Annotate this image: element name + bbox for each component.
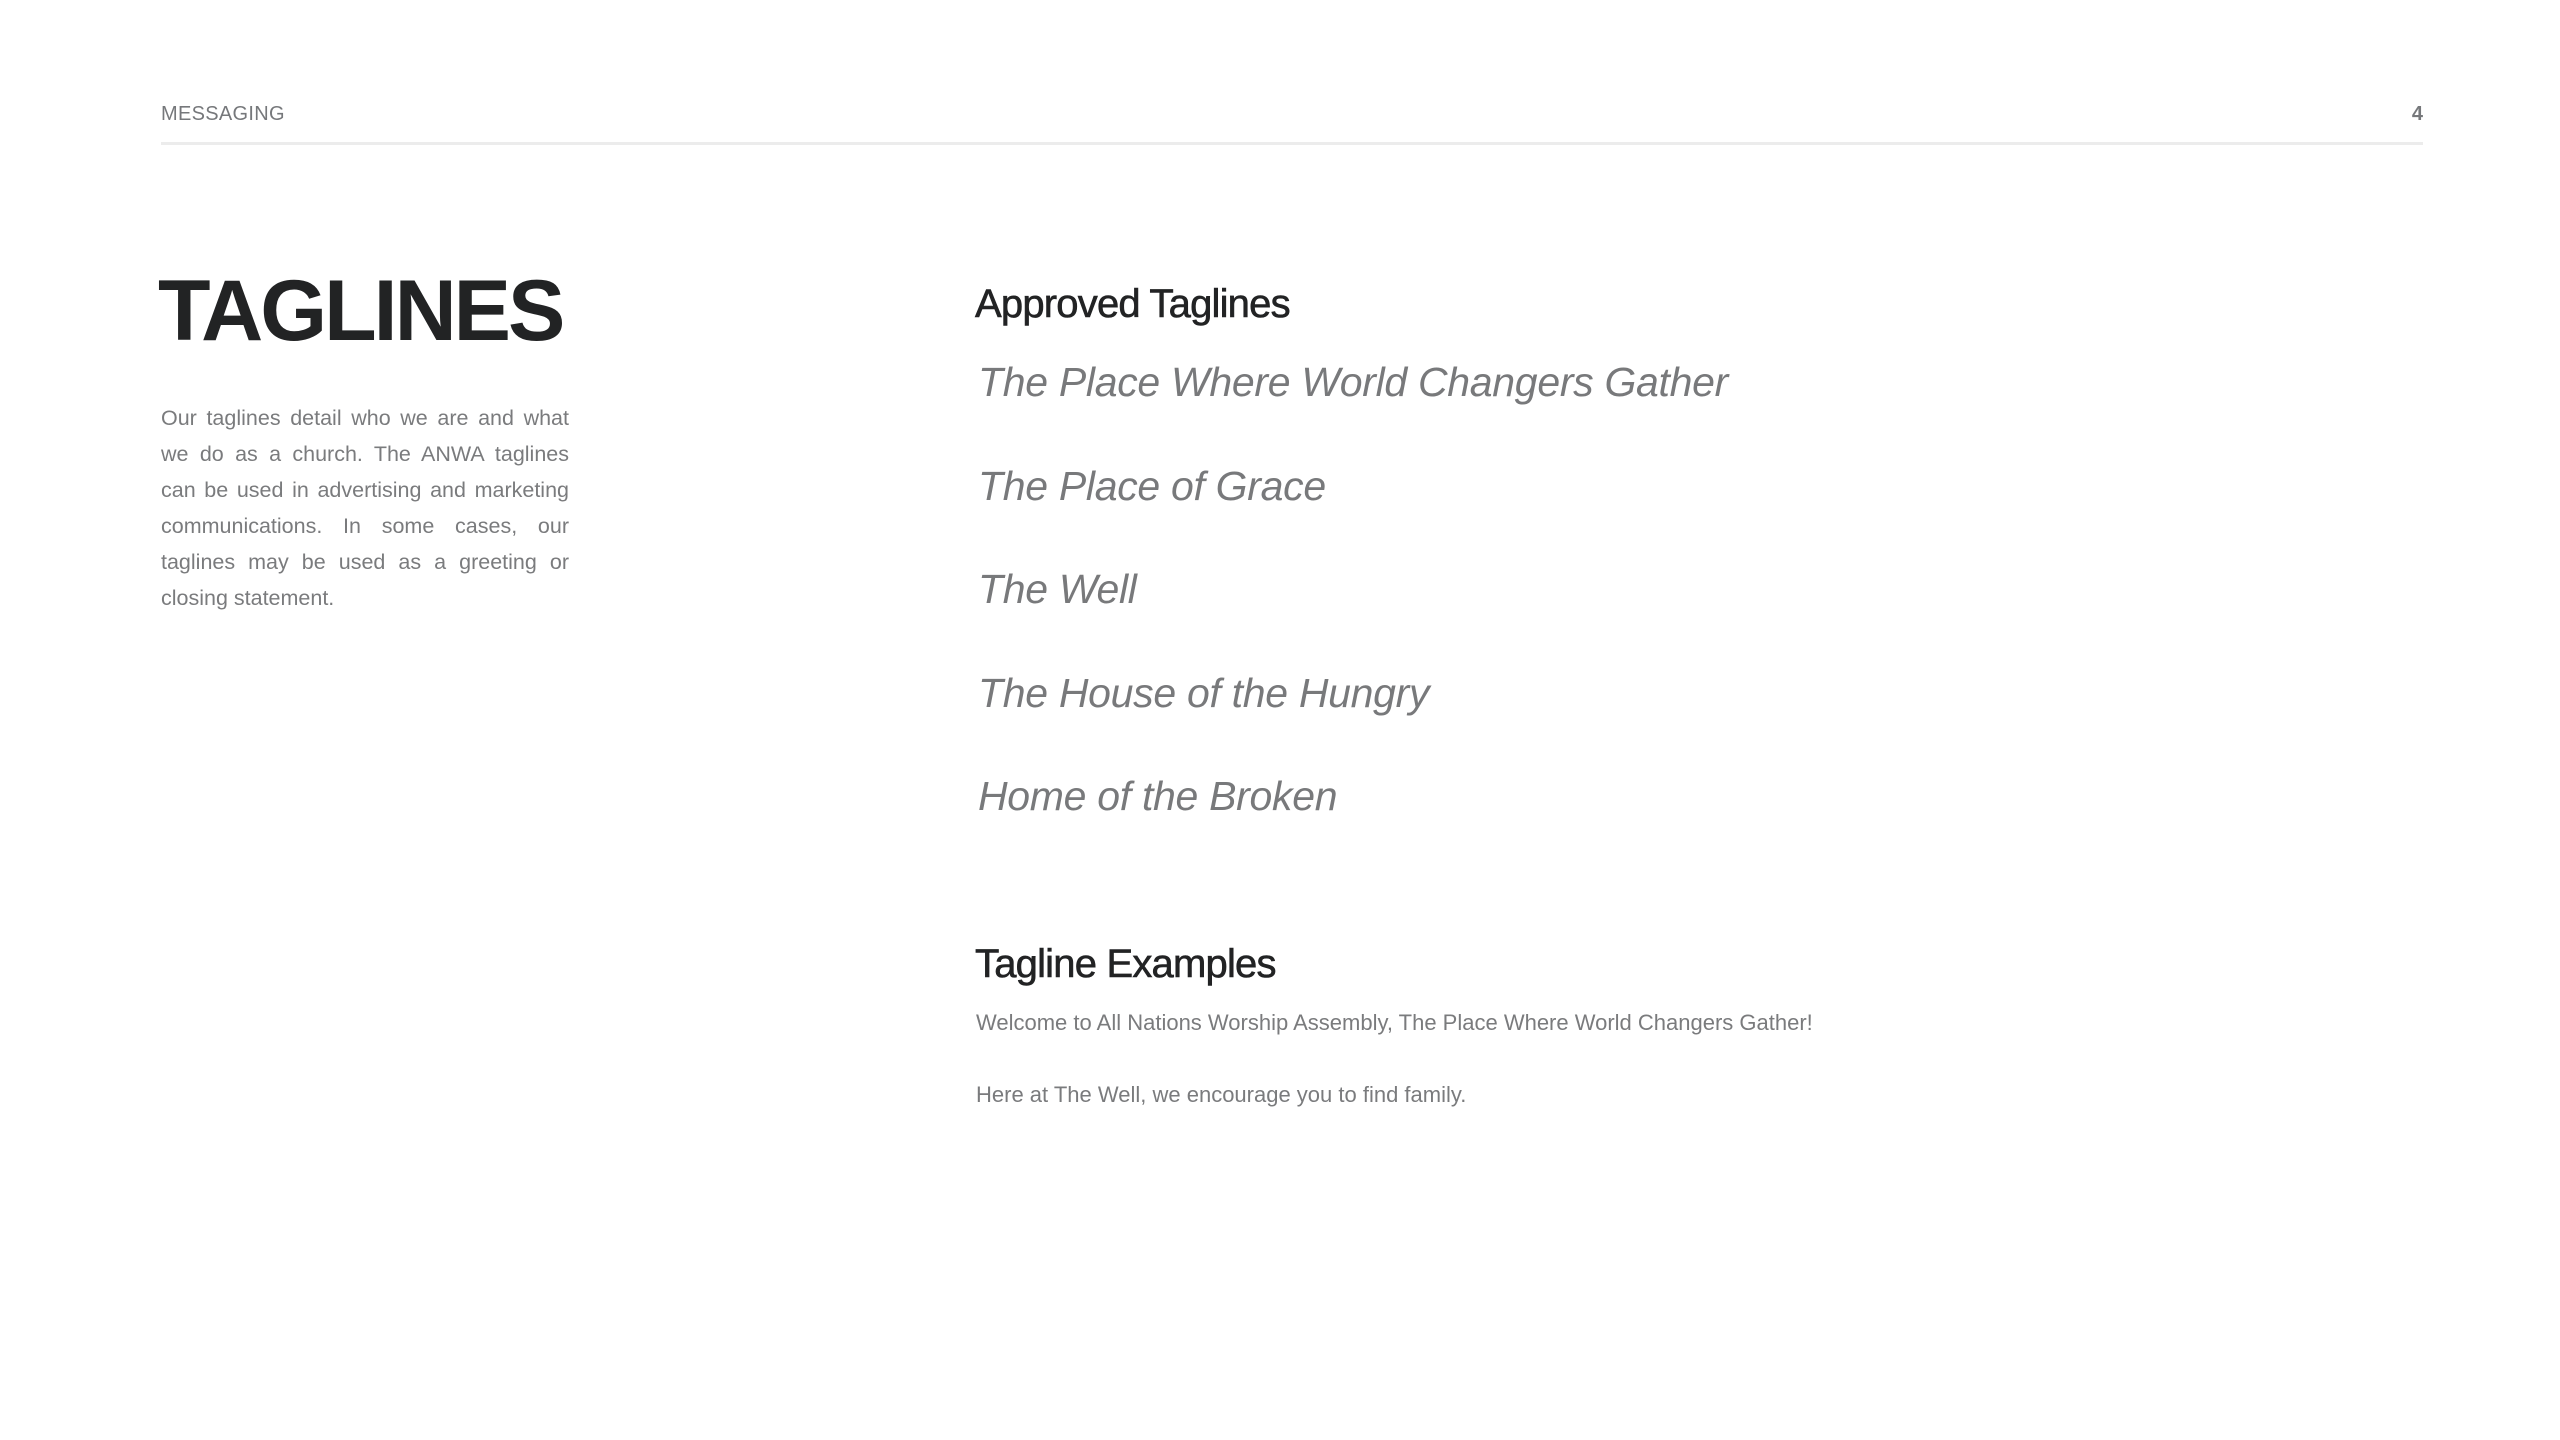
- header-divider: [161, 142, 2423, 145]
- tagline-item: The Place of Grace: [978, 463, 1326, 509]
- page-title: TAGLINES: [158, 263, 565, 359]
- tagline-examples-heading: Tagline Examples: [975, 942, 1277, 986]
- tagline-item: The Place Where World Changers Gather: [978, 359, 1729, 405]
- intro-paragraph: Our taglines detail who we are and what …: [161, 406, 569, 610]
- section-label: MESSAGING: [161, 103, 285, 125]
- tagline-item: The House of the Hungry: [978, 670, 1430, 716]
- tagline-item: Home of the Broken: [978, 773, 1338, 819]
- approved-taglines-heading: Approved Taglines: [975, 282, 1291, 326]
- page-number: 4: [2411, 103, 2423, 125]
- tagline-item: The Well: [978, 566, 1137, 612]
- example-item: Here at The Well, we encourage you to fi…: [976, 1082, 1467, 1107]
- example-item: Welcome to All Nations Worship Assembly,…: [976, 1010, 1813, 1035]
